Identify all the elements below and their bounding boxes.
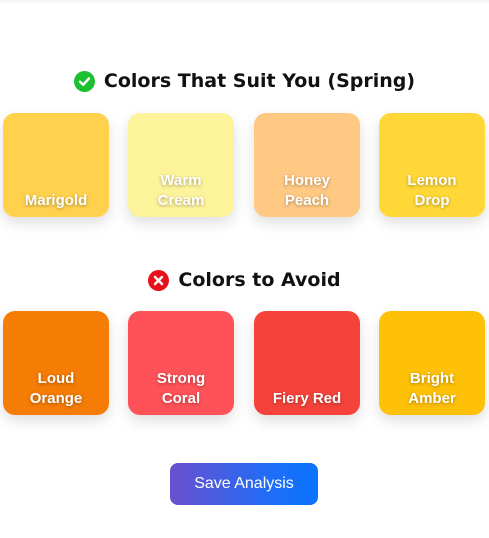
x-circle-icon — [148, 269, 170, 291]
swatch-marigold[interactable]: Marigold — [3, 113, 109, 217]
avoid-swatch-row: Loud Orange Strong Coral Fiery Red Brigh… — [3, 311, 487, 415]
suit-swatch-row: Marigold Warm Cream Honey Peach Lemon Dr… — [3, 113, 487, 217]
avoid-title-text: Colors to Avoid — [178, 269, 341, 291]
top-edge — [0, 0, 489, 4]
swatch-loud-orange[interactable]: Loud Orange — [3, 311, 109, 415]
swatch-label: Fiery Red — [272, 390, 342, 407]
swatch-fiery-red[interactable]: Fiery Red — [254, 311, 360, 415]
avoid-section-title: Colors to Avoid — [0, 266, 489, 294]
check-circle-icon — [73, 70, 95, 92]
swatch-label: Warm Cream — [157, 172, 205, 209]
suit-section-title: Colors That Suit You (Spring) — [0, 67, 489, 95]
swatch-strong-coral[interactable]: Strong Coral — [128, 311, 234, 415]
suit-title-text: Colors That Suit You (Spring) — [103, 70, 416, 92]
save-analysis-button[interactable]: Save Analysis — [170, 463, 318, 505]
swatch-label: Marigold — [24, 192, 88, 209]
swatch-bright-amber[interactable]: Bright Amber — [379, 311, 485, 415]
swatch-label: Strong Coral — [156, 370, 206, 407]
swatch-label: Loud Orange — [29, 370, 83, 407]
swatch-label: Lemon Drop — [407, 172, 457, 209]
analysis-page: Colors That Suit You (Spring) Marigold W… — [0, 0, 489, 538]
swatch-lemon-drop[interactable]: Lemon Drop — [379, 113, 485, 217]
swatch-warm-cream[interactable]: Warm Cream — [128, 113, 234, 217]
swatch-label: Bright Amber — [408, 370, 456, 407]
swatch-label: Honey Peach — [284, 172, 330, 209]
swatch-honey-peach[interactable]: Honey Peach — [254, 113, 360, 217]
